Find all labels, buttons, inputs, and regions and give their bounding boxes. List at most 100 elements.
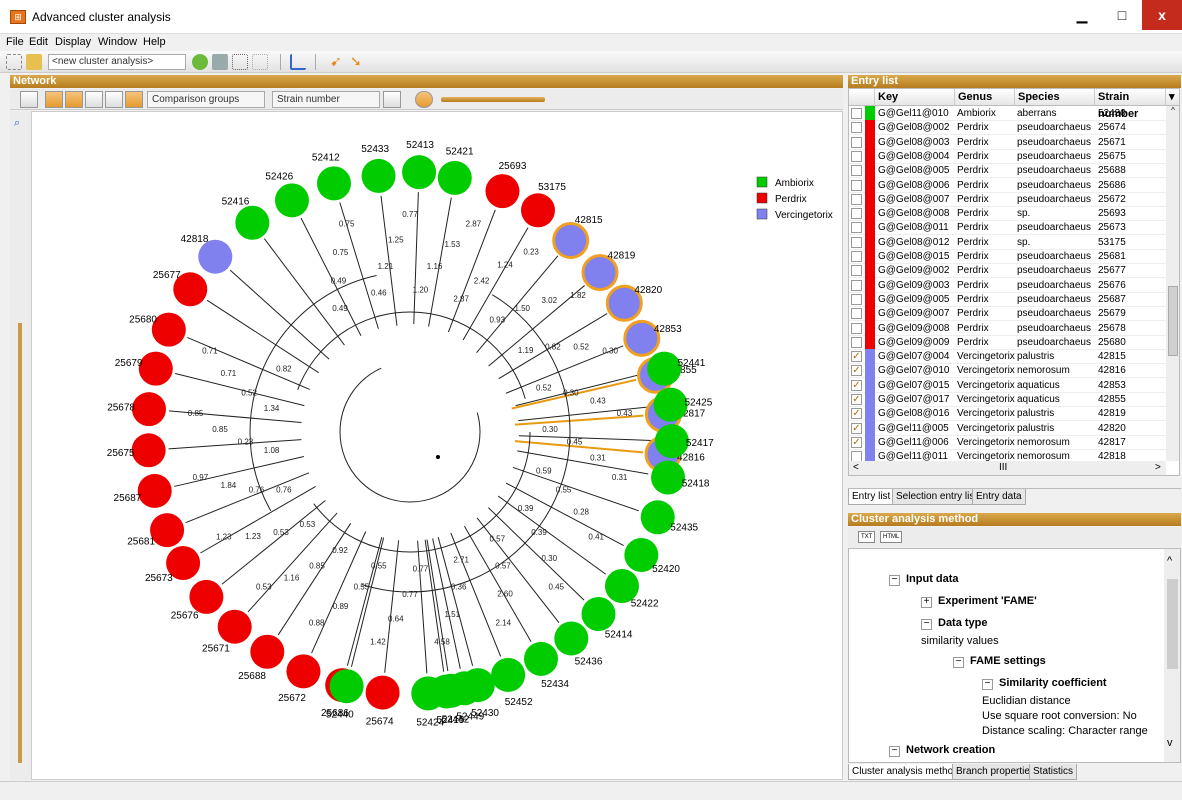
tab-branch-properties[interactable]: Branch properties	[952, 764, 1039, 780]
node[interactable]	[491, 657, 526, 692]
collapse-icon[interactable]: −	[921, 619, 932, 630]
node[interactable]	[361, 158, 396, 193]
vertical-scrollbar[interactable]: ^ v	[1164, 549, 1180, 762]
table-row[interactable]: G@Gel11@010 Ambiorix aberrans 52430	[849, 106, 1166, 121]
tab-entry-list[interactable]: Entry list	[848, 489, 895, 505]
node[interactable]	[138, 351, 173, 386]
scroll-right-icon[interactable]: >	[1155, 462, 1161, 473]
horizontal-scrollbar[interactable]: < III >	[849, 461, 1166, 475]
close-button[interactable]: x	[1142, 0, 1182, 30]
collapse-icon[interactable]: −	[889, 575, 900, 586]
node[interactable]	[485, 174, 520, 209]
arrow-right-icon[interactable]: ➘	[350, 54, 366, 70]
node[interactable]	[131, 433, 166, 468]
menu-display[interactable]: Display	[55, 36, 91, 48]
column-chooser-icon[interactable]: ▾	[1166, 89, 1179, 106]
node[interactable]	[131, 392, 166, 427]
open-folder-icon[interactable]	[26, 54, 42, 70]
row-checkbox[interactable]	[851, 122, 862, 134]
node[interactable]	[150, 513, 185, 548]
node[interactable]	[274, 183, 309, 218]
entry-table[interactable]: Key Genus Species Strain number ▾ G@Gel1…	[848, 88, 1180, 476]
node[interactable]	[554, 621, 589, 656]
node[interactable]	[521, 193, 555, 228]
table-row[interactable]: ✓ G@Gel07@017 Vercingetorix aquaticus 42…	[849, 392, 1166, 407]
nodes-disabled-icon[interactable]	[252, 54, 268, 70]
row-checkbox[interactable]	[851, 265, 862, 277]
expand-icon[interactable]: +	[921, 597, 932, 608]
column-header-strain[interactable]: Strain number	[1095, 89, 1166, 120]
branch-button[interactable]	[65, 91, 83, 108]
table-row[interactable]: G@Gel08@005 Perdrix pseudoarchaeus 25688	[849, 163, 1166, 179]
row-checkbox[interactable]	[851, 236, 862, 248]
column-header-key[interactable]: Key	[875, 89, 955, 106]
scroll-down-icon[interactable]: v	[1167, 737, 1173, 749]
row-checkbox[interactable]	[851, 251, 862, 262]
export-txt-button[interactable]: TXT	[858, 531, 876, 543]
node[interactable]	[189, 579, 224, 614]
row-checkbox[interactable]	[851, 308, 862, 320]
menu-edit[interactable]: Edit	[29, 36, 48, 48]
tree-button[interactable]	[85, 91, 103, 108]
tab-cluster-analysis-method[interactable]: Cluster analysis method	[848, 764, 963, 780]
node[interactable]	[460, 668, 495, 703]
scroll-thumb-grip[interactable]: III	[999, 462, 1007, 473]
menu-file[interactable]: File	[6, 36, 24, 48]
scroll-thumb[interactable]	[1168, 286, 1178, 356]
row-checkbox[interactable]: ✓	[851, 422, 862, 434]
add-cluster-icon[interactable]	[192, 54, 208, 70]
table-row[interactable]: G@Gel08@012 Perdrix sp. 53175	[849, 234, 1166, 250]
radial-layout-button[interactable]	[45, 91, 63, 108]
row-checkbox[interactable]	[851, 193, 862, 205]
table-row[interactable]: G@Gel09@005 Perdrix pseudoarchaeus 25687	[849, 291, 1166, 307]
network-icon[interactable]	[6, 54, 22, 70]
table-row[interactable]: G@Gel09@009 Perdrix pseudoarchaeus 25680	[849, 334, 1166, 350]
color-groups-button[interactable]	[125, 91, 143, 108]
node[interactable]	[329, 669, 364, 704]
strain-number-select[interactable]: Strain number	[272, 91, 380, 108]
table-row[interactable]: ✓ G@Gel08@016 Vercingetorix palustris 42…	[849, 406, 1166, 422]
nodes-button[interactable]	[105, 91, 123, 108]
method-tree[interactable]: − Input data + Experiment 'FAME' − Data …	[848, 548, 1181, 763]
minimize-button[interactable]: ▁	[1062, 0, 1102, 30]
node[interactable]	[653, 387, 688, 422]
row-checkbox[interactable]	[851, 136, 862, 148]
zoom-slider[interactable]	[441, 97, 545, 102]
node[interactable]	[235, 205, 270, 240]
row-checkbox[interactable]	[851, 322, 862, 334]
row-checkbox[interactable]	[851, 222, 862, 234]
table-row[interactable]: G@Gel08@008 Perdrix sp. 25693	[849, 206, 1166, 222]
menu-help[interactable]: Help	[143, 36, 166, 48]
network-diagram[interactable]: 52412 52433 52413 52421 52426 52416 25693 53175…	[32, 112, 844, 781]
scroll-left-icon[interactable]: <	[853, 462, 859, 473]
table-row[interactable]: G@Gel09@008 Perdrix pseudoarchaeus 25678	[849, 320, 1166, 336]
column-header-species[interactable]: Species	[1015, 89, 1095, 106]
node[interactable]	[647, 351, 682, 386]
row-checkbox[interactable]: ✓	[851, 365, 862, 377]
column-header-check[interactable]	[849, 89, 875, 106]
vertical-scrollbar[interactable]: ^	[1166, 106, 1179, 461]
node[interactable]	[217, 609, 252, 644]
node-data-type[interactable]: Data type	[938, 617, 988, 629]
node[interactable]	[524, 641, 558, 676]
table-row[interactable]: G@Gel09@002 Perdrix pseudoarchaeus 25677	[849, 263, 1166, 279]
row-checkbox[interactable]	[851, 336, 862, 348]
table-row[interactable]: G@Gel08@006 Perdrix pseudoarchaeus 25686	[849, 177, 1166, 193]
table-row[interactable]: ✓ G@Gel11@005 Vercingetorix palustris 42…	[849, 420, 1166, 436]
zoom-slider-handle-icon[interactable]	[415, 91, 433, 108]
table-row[interactable]: G@Gel08@003 Perdrix pseudoarchaeus 25671	[849, 134, 1166, 150]
node[interactable]	[402, 155, 437, 190]
node[interactable]	[581, 597, 616, 632]
scroll-thumb[interactable]	[1167, 579, 1178, 669]
row-checkbox[interactable]	[851, 208, 862, 220]
collapse-icon[interactable]: −	[982, 679, 993, 690]
node[interactable]	[651, 460, 686, 495]
node-input-data[interactable]: Input data	[906, 573, 959, 585]
menu-window[interactable]: Window	[98, 36, 137, 48]
row-checkbox[interactable]	[851, 108, 862, 119]
row-checkbox[interactable]	[851, 150, 862, 162]
row-checkbox[interactable]	[851, 279, 862, 291]
tab-statistics[interactable]: Statistics	[1029, 764, 1078, 780]
row-checkbox[interactable]: ✓	[851, 394, 862, 405]
node-similarity-coefficient[interactable]: Similarity coefficient	[999, 677, 1107, 689]
